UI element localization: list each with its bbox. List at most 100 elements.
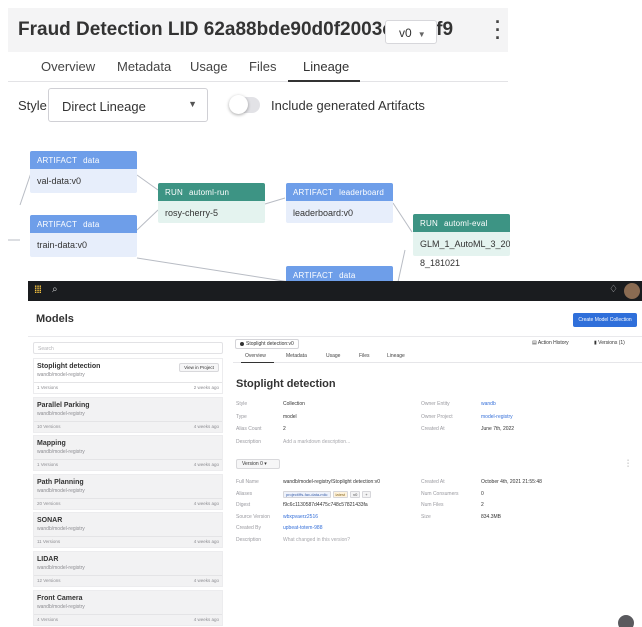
page-title: Models [36, 313, 74, 325]
field-value[interactable]: upbeat-totem-988 [283, 525, 322, 531]
node-name: rosy-cherry-5 [165, 208, 219, 218]
versions-button[interactable]: ▮ Versions (1) [594, 340, 625, 346]
field-value: 2 [481, 502, 484, 508]
model-version-count: 4 Versions [37, 616, 59, 622]
lineage-node-val-data[interactable]: ARTIFACT data val-data:v0 [30, 151, 137, 193]
tab-usage[interactable]: Usage [326, 353, 340, 359]
divider [34, 613, 222, 615]
field-value: 2 [283, 426, 286, 432]
node-kind: ARTIFACT [37, 220, 78, 229]
field-value: 834.3MB [481, 513, 502, 520]
edge-val-run [136, 174, 159, 191]
field-label: Full Name [236, 479, 259, 485]
search-icon[interactable]: ⌕ [52, 284, 58, 295]
model-path: wandb/model-registry [37, 526, 85, 533]
alias-chip[interactable]: project/ffs-fax-data-mlic [283, 490, 331, 498]
edge-train-run [136, 209, 159, 231]
field-value[interactable]: Add a markdown description... [283, 439, 350, 445]
model-path: wandb/model-registry [37, 410, 85, 417]
selected-version-chip[interactable]: Stoplight detection:v0 [235, 339, 299, 349]
field-value: Collection [283, 401, 305, 407]
tab-lineage[interactable]: Lineage [387, 353, 405, 359]
edge-eval-down [397, 249, 406, 282]
node-kind: RUN [165, 188, 183, 197]
model-name: Stoplight detection [37, 363, 101, 370]
field-label: Num Consumers [421, 490, 459, 497]
model-version-count: 1 Versions [37, 462, 59, 468]
action-history-button[interactable]: ▤ Action History [532, 340, 569, 346]
node-header: ARTIFACT data [30, 215, 137, 233]
alias-chip[interactable]: latest [332, 490, 349, 498]
model-card[interactable]: Path Planning wandb/model-registry 20 Vers… [33, 473, 223, 510]
detail-tabs: Overview Metadata Usage Files Lineage [233, 351, 642, 363]
field-value[interactable]: wbxpvaerz2516 [283, 514, 318, 520]
tab-files[interactable]: Files [359, 353, 370, 359]
lineage-panel: Fraud Detection LID 62a88bde90d0f2003c6a… [0, 0, 642, 282]
model-path: wandb/model-registry [37, 372, 85, 378]
lineage-node-automl-run[interactable]: RUN automl-run rosy-cherry-5 [158, 183, 265, 223]
model-card[interactable]: SONAR wandb/model-registry 11 Versions 4 we… [33, 512, 223, 549]
model-card[interactable]: Mapping wandb/model-registry 1 Versions 4 w… [33, 435, 223, 472]
node-header: ARTIFACT data [286, 266, 393, 282]
model-path: wandb/model-registry [37, 603, 85, 610]
lineage-node-leaderboard[interactable]: ARTIFACT leaderboard leaderboard:v0 [286, 183, 393, 223]
lineage-node-data-lower[interactable]: ARTIFACT data [286, 266, 393, 282]
active-tab-indicator [241, 362, 274, 363]
field-value[interactable]: What changed in this version? [283, 537, 350, 543]
models-header: Models Create Model Collection [28, 301, 642, 337]
node-header: RUN automl-run [158, 183, 265, 201]
model-version-count: 12 Versions [37, 578, 61, 583]
version-select[interactable]: Version 0 ▾ [236, 459, 280, 469]
chat-icon[interactable] [618, 615, 634, 627]
node-kind: ARTIFACT [37, 156, 78, 165]
view-in-project-button[interactable]: View in Project [179, 363, 219, 372]
tab-metadata[interactable]: Metadata [286, 353, 307, 359]
field-value: October 4th, 2021 21:55:48 [481, 479, 542, 485]
model-card[interactable]: Stoplight detection wandb/model-registry 1… [33, 358, 223, 394]
field-label: Type [236, 413, 247, 420]
model-name: Parallel Parking [37, 401, 90, 409]
create-collection-button[interactable]: Create Model Collection [573, 313, 637, 327]
lineage-node-automl-eval[interactable]: RUN automl-eval GLM_1_AutoML_3_2022 [413, 214, 510, 256]
field-label: Owner Project [421, 413, 453, 420]
node-type: data [83, 156, 100, 165]
node-type: automl-eval [443, 219, 488, 228]
field-label: Created By [236, 525, 262, 531]
model-card[interactable]: Front Camera wandb/model-registry 4 Versio… [33, 589, 223, 626]
model-search-input[interactable]: Search [33, 342, 223, 354]
alias-chip[interactable]: + [362, 490, 371, 498]
model-card[interactable]: LIDAR wandb/model-registry 12 Versions 4 we… [33, 551, 223, 587]
field-label: Owner Entity [421, 401, 450, 407]
field-value: June 7th, 2022 [481, 426, 515, 432]
action-history-label: Action History [537, 340, 569, 346]
node-name: train-data:v0 [37, 240, 88, 250]
tab-overview[interactable]: Overview [245, 353, 266, 359]
field-label: Source Version [236, 513, 270, 520]
field-value[interactable]: wandb [481, 401, 496, 407]
field-value: project/ffs-fax-data-mlic latest v0 + [283, 490, 373, 498]
node-kind: ARTIFACT [293, 271, 334, 280]
avatar[interactable] [624, 283, 640, 299]
field-value[interactable]: model-registry [481, 414, 513, 420]
divider [34, 382, 222, 383]
field-value: 0 [481, 490, 484, 497]
model-path: wandb/model-registry [37, 565, 85, 571]
model-updated-time: 4 weeks ago [193, 500, 219, 506]
lineage-node-train-data[interactable]: ARTIFACT data train-data:v0 [30, 215, 137, 257]
field-label: Created At [421, 479, 445, 485]
more-options-icon[interactable]: · · · [626, 457, 630, 470]
bell-icon[interactable]: ♢ [609, 284, 618, 295]
wandb-logo-icon[interactable]: ⁞⁞⁞ [34, 285, 42, 296]
model-card[interactable]: Parallel Parking wandb/model-registry 10 V… [33, 396, 223, 433]
edge-train-down [136, 257, 291, 282]
model-path: wandb/model-registry [37, 449, 85, 456]
node-type: data [339, 271, 356, 280]
node-header: ARTIFACT data [30, 151, 137, 169]
field-label: Num Files [421, 502, 444, 508]
alias-chip[interactable]: v0 [350, 490, 361, 498]
model-updated-time: 4 weeks ago [193, 423, 219, 429]
model-updated-time: 4 weeks ago [193, 616, 219, 622]
node-name: val-data:v0 [37, 176, 82, 186]
model-path: wandb/model-registry [37, 487, 85, 494]
node-type: leaderboard [339, 188, 385, 197]
